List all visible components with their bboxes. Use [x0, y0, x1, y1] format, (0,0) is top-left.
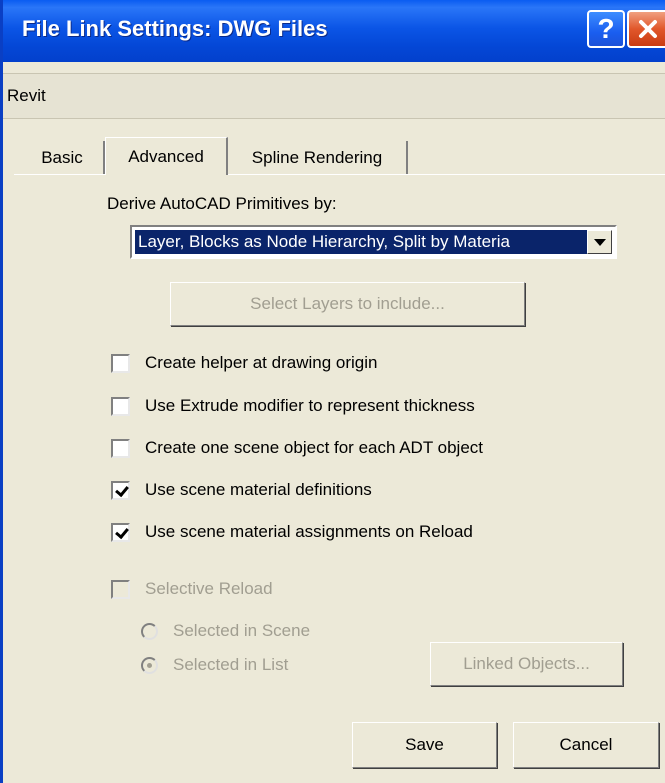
checkbox-disabled[interactable] [111, 579, 130, 599]
cancel-button[interactable]: Cancel [513, 722, 659, 768]
option-one-scene-object[interactable]: Create one scene object for each ADT obj… [111, 436, 483, 460]
checkbox[interactable] [111, 396, 130, 416]
title-bar[interactable]: File Link Settings: DWG Files ? [3, 0, 665, 62]
help-button[interactable]: ? [587, 10, 625, 48]
dropdown-arrow-button[interactable] [587, 230, 612, 254]
tab-spline-rendering[interactable]: Spline Rendering [228, 141, 408, 174]
option-label: Create helper at drawing origin [145, 353, 378, 372]
save-label: Save [405, 735, 444, 754]
dropdown-selected-value: Layer, Blocks as Node Hierarchy, Split b… [135, 230, 587, 254]
option-scene-material-assignments[interactable]: Use scene material assignments on Reload [111, 520, 473, 544]
cancel-label: Cancel [559, 735, 613, 754]
window-title: File Link Settings: DWG Files [22, 16, 328, 41]
close-icon [639, 20, 657, 38]
linked-objects-label: Linked Objects... [463, 654, 590, 673]
radio-button-selected[interactable] [141, 656, 158, 674]
option-label: Create one scene object for each ADT obj… [145, 438, 483, 457]
header-label: Revit [7, 86, 46, 105]
save-button[interactable]: Save [352, 722, 497, 768]
linked-objects-button[interactable]: Linked Objects... [430, 642, 623, 686]
select-layers-label: Select Layers to include... [250, 294, 445, 313]
select-layers-button[interactable]: Select Layers to include... [170, 282, 525, 326]
tab-basic[interactable]: Basic [21, 141, 105, 174]
checkbox-checked[interactable] [111, 522, 130, 542]
option-scene-material-definitions[interactable]: Use scene material definitions [111, 478, 372, 502]
tab-label: Spline Rendering [251, 147, 383, 167]
header-strip: Revit [3, 73, 665, 119]
checkbox[interactable] [111, 353, 130, 373]
option-label: Use Extrude modifier to represent thickn… [145, 396, 475, 415]
option-label: Selective Reload [145, 579, 273, 598]
help-icon: ? [597, 13, 615, 44]
checkbox[interactable] [111, 438, 130, 458]
radio-selected-in-list[interactable]: Selected in List [141, 653, 288, 677]
radio-label: Selected in List [173, 655, 289, 674]
close-button[interactable] [627, 10, 665, 48]
radio-button[interactable] [141, 622, 158, 640]
option-selective-reload[interactable]: Selective Reload [111, 577, 273, 601]
option-create-helper[interactable]: Create helper at drawing origin [111, 351, 377, 375]
chevron-down-icon [593, 238, 606, 246]
option-extrude-modifier[interactable]: Use Extrude modifier to represent thickn… [111, 394, 475, 418]
radio-selected-in-scene[interactable]: Selected in Scene [141, 619, 310, 643]
option-label: Use scene material definitions [145, 480, 372, 499]
derive-primitives-dropdown[interactable]: Layer, Blocks as Node Hierarchy, Split b… [130, 225, 617, 259]
checkbox-checked[interactable] [111, 480, 130, 500]
derive-primitives-label: Derive AutoCAD Primitives by: [107, 194, 337, 213]
dialog-window: File Link Settings: DWG Files ? Revit Ba… [0, 0, 665, 783]
radio-label: Selected in Scene [173, 621, 311, 640]
tab-label: Basic [41, 147, 83, 167]
tab-advanced[interactable]: Advanced [105, 137, 228, 175]
option-label: Use scene material assignments on Reload [145, 522, 473, 541]
tab-label: Advanced [128, 146, 204, 166]
